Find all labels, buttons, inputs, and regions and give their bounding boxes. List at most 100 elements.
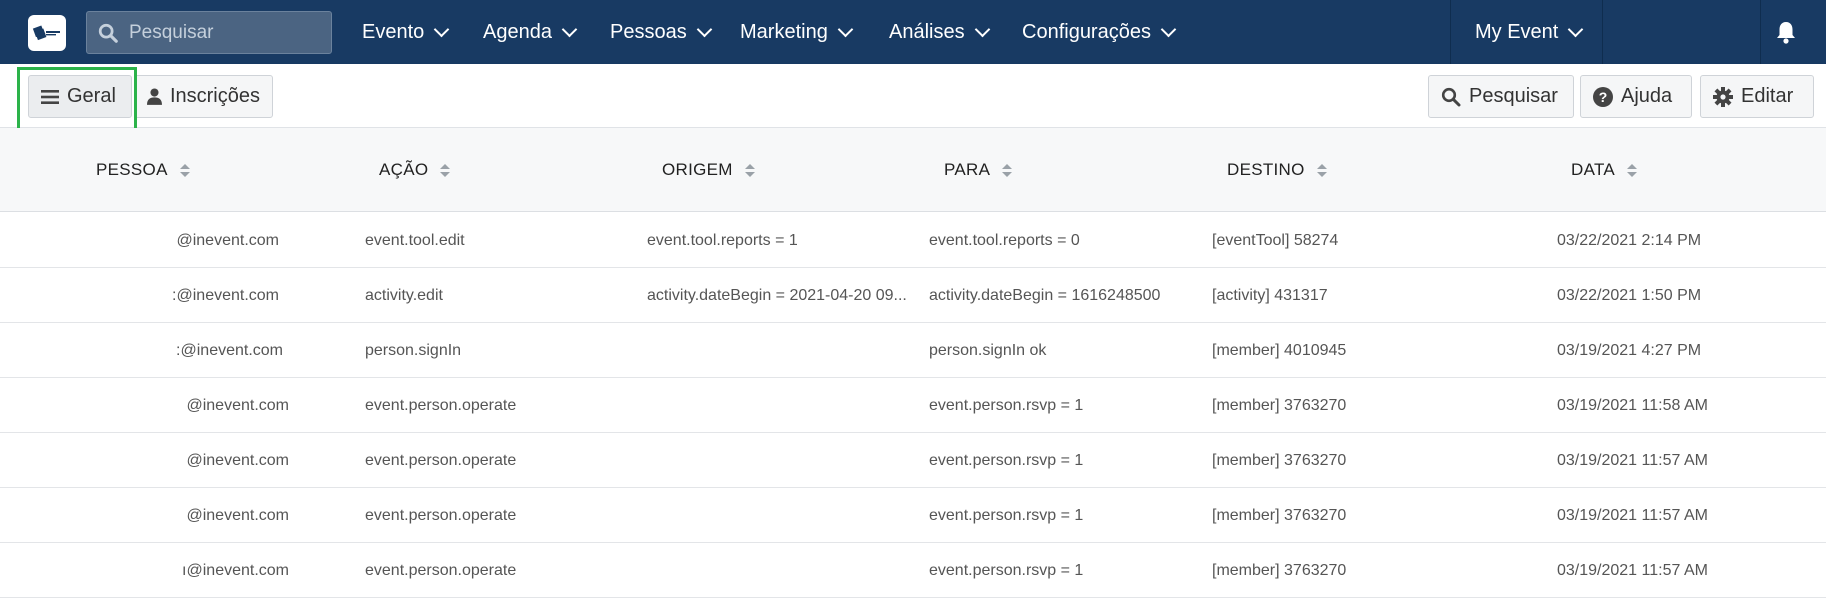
svg-text:?: ?: [1599, 89, 1608, 105]
cell-data: 03/19/2021 11:57 AM: [1557, 451, 1708, 469]
table-header: PESSOA AÇÃO ORIGEM PARA DESTINO DATA: [0, 128, 1826, 212]
help-button[interactable]: ? Ajuda: [1580, 75, 1692, 118]
cell-destino: [member] 3763270: [1212, 451, 1347, 469]
app-logo[interactable]: [28, 15, 66, 51]
cell-pessoa: @inevent.com: [186, 451, 289, 469]
event-selector[interactable]: My Event: [1475, 0, 1584, 64]
column-label: PARA: [944, 160, 991, 179]
nav-menu-label: Marketing: [740, 20, 828, 43]
cell-data: 03/22/2021 2:14 PM: [1557, 231, 1702, 249]
column-label: DATA: [1571, 160, 1616, 179]
cell-origem: activity.dateBegin = 2021-04-20 09...: [647, 286, 907, 304]
cell-pessoa: ı@inevent.com: [182, 561, 289, 579]
column-header-para[interactable]: PARA: [944, 128, 1013, 212]
search-button[interactable]: Pesquisar: [1428, 75, 1574, 118]
cell-acao: person.signIn: [365, 341, 462, 359]
cell-destino: [member] 4010945: [1212, 341, 1347, 359]
sort-icon: [1627, 163, 1638, 177]
chevron-down-icon: [561, 21, 578, 37]
cell-data: 03/19/2021 11:57 AM: [1557, 506, 1708, 524]
tab-inscricoes[interactable]: Inscrições: [134, 75, 273, 118]
column-header-pessoa[interactable]: PESSOA: [96, 128, 190, 212]
cell-pessoa: @inevent.com: [176, 231, 279, 249]
column-label: PESSOA: [96, 160, 168, 179]
cell-destino: [member] 3763270: [1212, 396, 1347, 414]
cell-origem: [647, 323, 915, 378]
nav-menu-label: Pessoas: [610, 20, 687, 43]
cell-para: event.tool.reports = 0: [929, 231, 1080, 249]
column-label: AÇÃO: [379, 160, 429, 179]
cell-data: 03/19/2021 11:58 AM: [1557, 396, 1708, 414]
cell-para: event.person.rsvp = 1: [929, 396, 1084, 414]
inevent-logo-icon: [32, 25, 60, 41]
table-row[interactable]: :@inevent.com person.signIn person.signI…: [0, 323, 1826, 378]
top-navbar: Evento Agenda Pessoas Marketing Análises…: [0, 0, 1826, 64]
search-icon: [1441, 87, 1461, 106]
sort-icon: [1002, 163, 1013, 177]
nav-menu-agenda[interactable]: Agenda: [483, 0, 578, 64]
cell-pessoa: :@inevent.com: [176, 341, 283, 359]
page-toolbar: Geral Inscrições Pesquisar ? Ajuda Edita…: [0, 64, 1826, 128]
cell-origem: [647, 543, 915, 598]
search-input[interactable]: [129, 21, 319, 44]
cell-para: activity.dateBegin = 1616248500: [929, 286, 1161, 304]
cell-acao: event.person.operate: [365, 506, 517, 524]
button-label: Editar: [1741, 85, 1794, 107]
table-row[interactable]: @inevent.com event.tool.edit event.tool.…: [0, 213, 1826, 268]
cell-para: event.person.rsvp = 1: [929, 561, 1084, 579]
highlight-box: [17, 67, 137, 131]
column-header-data[interactable]: DATA: [1571, 128, 1638, 212]
cell-destino: [eventTool] 58274: [1212, 231, 1339, 249]
cell-data: 03/22/2021 1:50 PM: [1557, 286, 1702, 304]
table-row[interactable]: :@inevent.com activity.edit activity.dat…: [0, 268, 1826, 323]
chevron-down-icon: [696, 21, 712, 37]
cell-data: 03/19/2021 11:57 AM: [1557, 561, 1708, 579]
cell-para: event.person.rsvp = 1: [929, 451, 1084, 469]
user-icon: [147, 88, 162, 105]
nav-menu-pessoas[interactable]: Pessoas: [610, 0, 712, 64]
chevron-down-icon: [1160, 21, 1177, 37]
cell-origem: [647, 488, 915, 543]
cell-acao: event.person.operate: [365, 561, 517, 579]
help-icon: ?: [1593, 86, 1613, 107]
nav-menu-analises[interactable]: Análises: [889, 0, 990, 64]
nav-menu-label: Configurações: [1022, 20, 1151, 43]
column-label: DESTINO: [1227, 160, 1305, 179]
cell-acao: event.tool.edit: [365, 231, 465, 249]
cell-origem: [647, 433, 915, 488]
nav-divider: [1760, 0, 1761, 64]
column-header-acao[interactable]: AÇÃO: [379, 128, 451, 212]
cell-data: 03/19/2021 4:27 PM: [1557, 341, 1702, 359]
cell-acao: activity.edit: [365, 286, 443, 304]
button-label: Pesquisar: [1469, 85, 1558, 107]
nav-menu-evento[interactable]: Evento: [362, 0, 450, 64]
bell-icon[interactable]: [1775, 20, 1797, 44]
column-label: ORIGEM: [662, 160, 733, 179]
sort-icon: [1316, 163, 1327, 177]
table-row[interactable]: @inevent.com event.person.operate event.…: [0, 378, 1826, 433]
cell-pessoa: @inevent.com: [186, 396, 289, 414]
cell-para: person.signIn ok: [929, 341, 1047, 359]
cell-origem: [647, 378, 915, 433]
nav-divider: [1450, 0, 1451, 64]
search-icon: [98, 23, 118, 43]
sort-icon: [179, 163, 190, 177]
column-header-origem[interactable]: ORIGEM: [662, 128, 755, 212]
cell-pessoa: @inevent.com: [186, 506, 289, 524]
column-header-destino[interactable]: DESTINO: [1227, 128, 1327, 212]
sort-icon: [440, 163, 451, 177]
nav-menu-label: Agenda: [483, 20, 552, 43]
cell-destino: [activity] 431317: [1212, 286, 1328, 304]
nav-divider: [1602, 0, 1603, 64]
cell-destino: [member] 3763270: [1212, 561, 1347, 579]
edit-button[interactable]: Editar: [1700, 75, 1814, 118]
table-row[interactable]: @inevent.com event.person.operate event.…: [0, 488, 1826, 543]
nav-menu-marketing[interactable]: Marketing: [740, 0, 854, 64]
nav-menu-configuracoes[interactable]: Configurações: [1022, 0, 1177, 64]
gear-icon: [1713, 86, 1733, 107]
global-search[interactable]: [86, 11, 332, 54]
table-row[interactable]: @inevent.com event.person.operate event.…: [0, 433, 1826, 488]
button-label: Ajuda: [1621, 85, 1673, 107]
table-row[interactable]: ı@inevent.com event.person.operate event…: [0, 543, 1826, 598]
tab-label: Inscrições: [169, 85, 260, 107]
